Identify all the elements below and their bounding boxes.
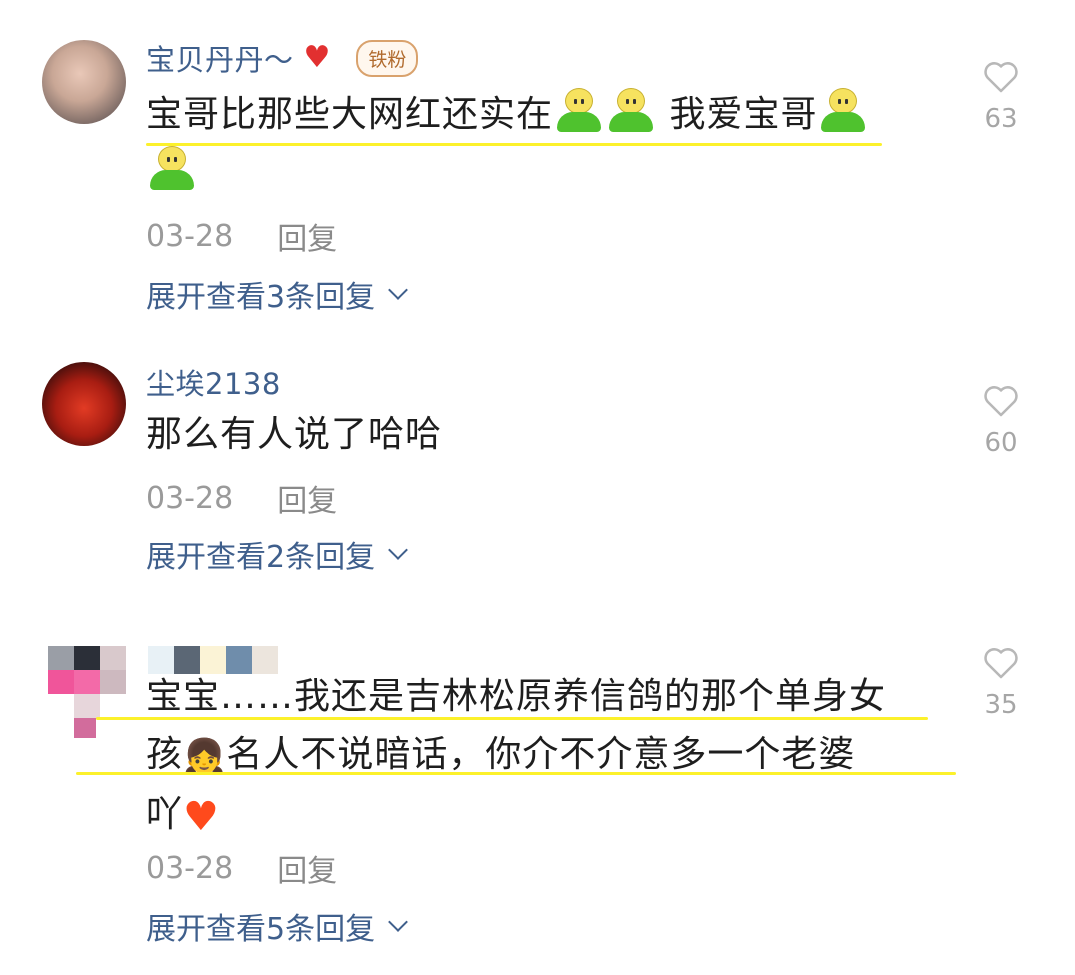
avatar[interactable] <box>42 40 126 124</box>
comment-meta: 03-28 回复 <box>146 476 337 520</box>
comment-date: 03-28 <box>146 850 234 886</box>
fan-badge: 铁粉 <box>356 39 419 77</box>
highlight-underline <box>76 772 956 775</box>
reply-button[interactable]: 回复 <box>277 846 337 890</box>
person-emoji-icon <box>607 88 655 132</box>
heart-outline-icon[interactable] <box>982 58 1020 94</box>
red-heart-icon: ♥ <box>303 40 331 75</box>
comment-date: 03-28 <box>146 218 234 254</box>
comment-text-part: 孩 <box>146 734 184 775</box>
like-button[interactable]: 35 <box>976 644 1026 720</box>
expand-replies-label: 展开查看5条回复 <box>146 912 376 947</box>
comment-text: 宝宝……我还是吉林松原养信鸽的那个单身女 孩👧名人不说暗话，你介不介意多一个老婆… <box>146 668 946 846</box>
expand-replies-label: 展开查看3条回复 <box>146 280 376 315</box>
like-button[interactable]: 60 <box>976 382 1026 458</box>
highlight-underline <box>146 143 882 146</box>
expand-replies-button[interactable]: 展开查看5条回复 <box>146 904 408 948</box>
chevron-down-icon <box>388 540 408 560</box>
comment-text-part: 我爱宝哥 <box>669 94 818 135</box>
red-heart-emoji-icon: ♥ <box>183 794 220 840</box>
comment-text-part: 吖 <box>146 794 184 835</box>
expand-replies-label: 展开查看2条回复 <box>146 540 376 575</box>
avatar-pixelated[interactable] <box>48 646 126 742</box>
avatar[interactable] <box>42 362 126 446</box>
girl-emoji-icon: 👧 <box>183 737 227 777</box>
heart-outline-icon[interactable] <box>982 382 1020 418</box>
expand-replies-button[interactable]: 展开查看3条回复 <box>146 272 408 316</box>
comment-meta: 03-28 回复 <box>146 214 337 258</box>
username[interactable]: 尘埃2138 <box>146 361 281 403</box>
like-button[interactable]: 63 <box>976 58 1026 134</box>
comment-header: 尘埃2138 <box>146 362 281 402</box>
comment-text-part: 名人不说暗话，你介不介意多一个老婆 <box>226 734 856 775</box>
expand-replies-button[interactable]: 展开查看2条回复 <box>146 532 408 576</box>
person-emoji-icon <box>555 88 603 132</box>
comment-meta: 03-28 回复 <box>146 846 337 890</box>
comment-text-part: 宝哥比那些大网红还实在 <box>146 94 554 135</box>
like-count: 63 <box>984 104 1018 134</box>
chevron-down-icon <box>388 280 408 300</box>
like-count: 35 <box>984 690 1018 720</box>
reply-button[interactable]: 回复 <box>277 214 337 258</box>
chevron-down-icon <box>388 912 408 932</box>
person-emoji-icon <box>148 146 196 190</box>
heart-outline-icon[interactable] <box>982 644 1020 680</box>
comment-text: 那么有人说了哈哈 <box>146 414 443 455</box>
person-emoji-icon <box>819 88 867 132</box>
highlight-underline <box>96 717 928 720</box>
username[interactable]: 宝贝丹丹～ <box>146 37 294 79</box>
comment-date: 03-28 <box>146 480 234 516</box>
comment-header: 宝贝丹丹～ ♥ 铁粉 <box>146 37 419 79</box>
like-count: 60 <box>984 428 1018 458</box>
reply-button[interactable]: 回复 <box>277 476 337 520</box>
comment-text-line: 宝宝……我还是吉林松原养信鸽的那个单身女 <box>146 676 887 717</box>
